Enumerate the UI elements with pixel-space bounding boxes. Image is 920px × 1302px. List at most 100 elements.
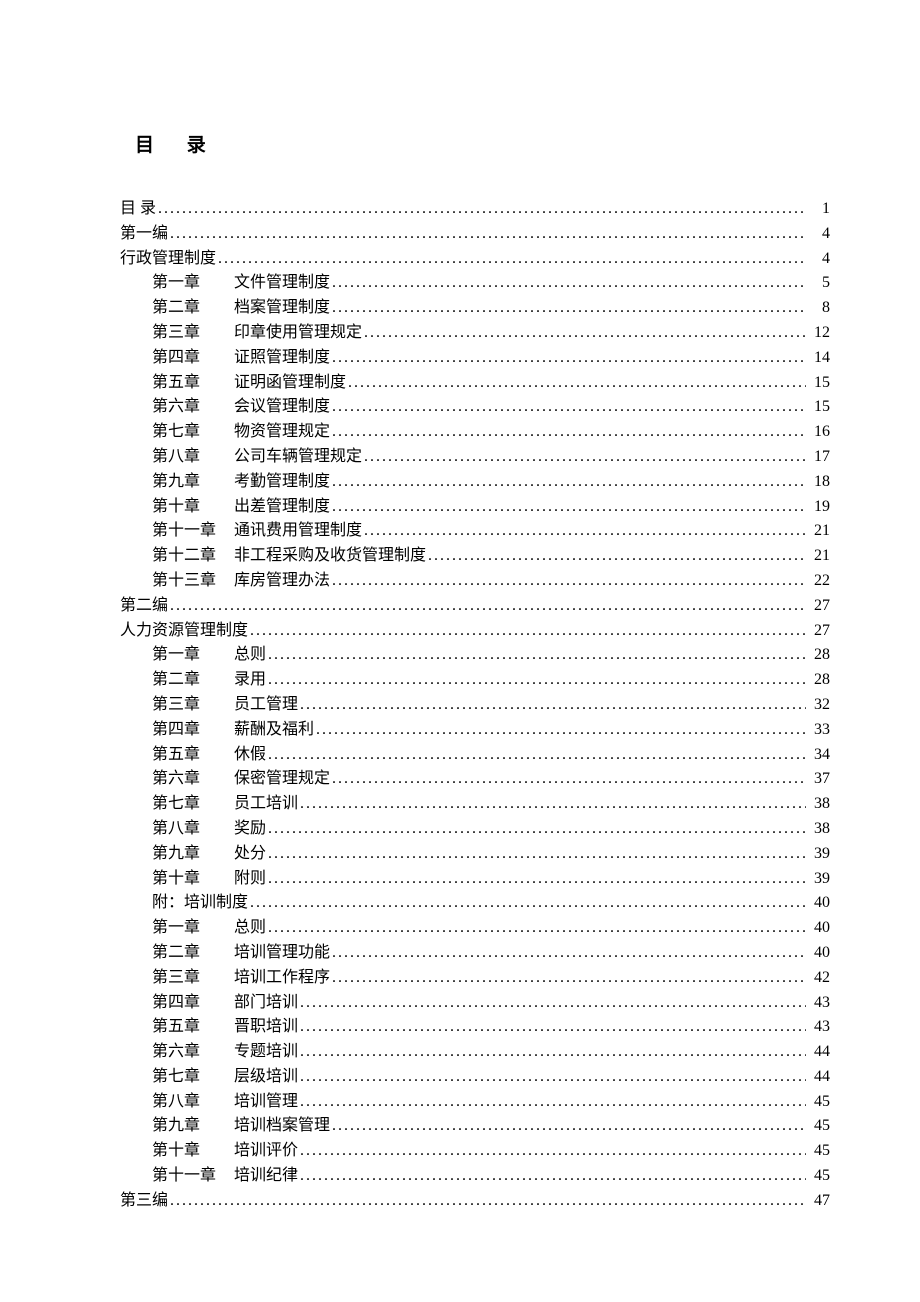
toc-chapter-label: 第八章 — [152, 445, 234, 470]
toc-entry-title: 人力资源管理制度 — [120, 619, 248, 644]
toc-page-number: 17 — [808, 445, 830, 470]
toc-chapter-label: 第二章 — [152, 296, 234, 321]
toc-page-number: 15 — [808, 371, 830, 396]
toc-chapter-label: 第九章 — [152, 842, 234, 867]
toc-chapter-label: 第四章 — [152, 346, 234, 371]
toc-entry-title: 培训管理 — [234, 1090, 298, 1115]
toc-leader-dots — [268, 817, 806, 842]
toc-page-number: 27 — [808, 594, 830, 619]
toc-entry: 第三章培训工作程序 42 — [120, 966, 830, 991]
toc-leader-dots — [364, 519, 806, 544]
toc-leader-dots — [300, 1090, 806, 1115]
toc-page-number: 40 — [808, 916, 830, 941]
toc-page-number: 45 — [808, 1114, 830, 1139]
toc-leader-dots — [300, 1139, 806, 1164]
toc-entry-title: 录用 — [234, 668, 266, 693]
toc-entry-title: 公司车辆管理规定 — [234, 445, 362, 470]
toc-leader-dots — [170, 1189, 806, 1214]
toc-leader-dots — [364, 445, 806, 470]
toc-chapter-label: 第二章 — [152, 941, 234, 966]
toc-chapter-label: 第八章 — [152, 1090, 234, 1115]
toc-chapter-label: 第一章 — [152, 271, 234, 296]
toc-leader-dots — [268, 867, 806, 892]
toc-chapter-label: 第五章 — [152, 743, 234, 768]
toc-entry: 第四章薪酬及福利33 — [120, 718, 830, 743]
toc-entry: 第一章文件管理制度 5 — [120, 271, 830, 296]
toc-entry-title: 证照管理制度 — [234, 346, 330, 371]
toc-entry-title: 休假 — [234, 743, 266, 768]
toc-page-number: 14 — [808, 346, 830, 371]
toc-entry-title: 出差管理制度 — [234, 495, 330, 520]
toc-entry-title: 专题培训 — [234, 1040, 298, 1065]
toc-leader-dots — [428, 544, 806, 569]
toc-leader-dots — [332, 767, 806, 792]
toc-page-number: 19 — [808, 495, 830, 520]
toc-chapter-label: 第三章 — [152, 693, 234, 718]
toc-page-number: 28 — [808, 668, 830, 693]
toc-entry-title: 会议管理制度 — [234, 395, 330, 420]
toc-page-number: 4 — [808, 222, 830, 247]
toc-leader-dots — [300, 991, 806, 1016]
toc-page-number: 8 — [808, 296, 830, 321]
toc-entry: 第九章处分 39 — [120, 842, 830, 867]
toc-page-number: 39 — [808, 867, 830, 892]
toc-entry: 第五章证明函管理制度15 — [120, 371, 830, 396]
toc-chapter-label: 第一章 — [152, 916, 234, 941]
table-of-contents: 目 录1第一编4行政管理制度4第一章文件管理制度5第二章档案管理制度8第三章印章… — [120, 197, 830, 1214]
toc-chapter-label: 第十章 — [152, 495, 234, 520]
toc-page-number: 39 — [808, 842, 830, 867]
toc-entry-title: 文件管理制度 — [234, 271, 330, 296]
toc-entry-title: 培训管理功能 — [234, 941, 330, 966]
toc-entry: 第一编 4 — [120, 222, 830, 247]
toc-entry-title: 第一编 — [120, 222, 168, 247]
toc-entry: 第十三章 库房管理办法22 — [120, 569, 830, 594]
toc-leader-dots — [332, 395, 806, 420]
toc-leader-dots — [268, 743, 806, 768]
toc-entry: 第六章会议管理制度15 — [120, 395, 830, 420]
toc-chapter-label: 第十三章 — [152, 569, 234, 594]
toc-page-number: 42 — [808, 966, 830, 991]
toc-entry: 第一章总则28 — [120, 643, 830, 668]
toc-entry-title: 处分 — [234, 842, 266, 867]
toc-page-number: 45 — [808, 1090, 830, 1115]
toc-leader-dots — [300, 1015, 806, 1040]
toc-entry: 第八章公司车辆管理规定 17 — [120, 445, 830, 470]
toc-page-number: 37 — [808, 767, 830, 792]
toc-entry-title: 附则 — [234, 867, 266, 892]
toc-chapter-label: 第七章 — [152, 1065, 234, 1090]
toc-leader-dots — [364, 321, 806, 346]
toc-chapter-label: 第十章 — [152, 867, 234, 892]
toc-chapter-label: 第九章 — [152, 1114, 234, 1139]
toc-entry-title: 总则 — [234, 916, 266, 941]
toc-leader-dots — [332, 420, 806, 445]
toc-entry: 第三编47 — [120, 1189, 830, 1214]
toc-entry-title: 培训工作程序 — [234, 966, 330, 991]
toc-page-number: 40 — [808, 891, 830, 916]
toc-leader-dots — [268, 842, 806, 867]
toc-entry-title: 第三编 — [120, 1189, 168, 1214]
toc-entry: 第二编27 — [120, 594, 830, 619]
toc-leader-dots — [348, 371, 806, 396]
toc-entry-title: 薪酬及福利 — [234, 718, 314, 743]
toc-chapter-label: 第三章 — [152, 966, 234, 991]
toc-page-number: 38 — [808, 792, 830, 817]
toc-leader-dots — [332, 1114, 806, 1139]
toc-entry: 人力资源管理制度 27 — [120, 619, 830, 644]
toc-entry: 附：培训制度40 — [120, 891, 830, 916]
toc-page-number: 33 — [808, 718, 830, 743]
toc-page-number: 21 — [808, 544, 830, 569]
toc-leader-dots — [300, 792, 806, 817]
toc-entry: 第七章层级培训44 — [120, 1065, 830, 1090]
toc-leader-dots — [250, 619, 806, 644]
toc-leader-dots — [268, 668, 806, 693]
toc-leader-dots — [250, 891, 806, 916]
toc-page-number: 5 — [808, 271, 830, 296]
toc-entry: 第六章专题培训44 — [120, 1040, 830, 1065]
toc-leader-dots — [332, 495, 806, 520]
toc-page-number: 27 — [808, 619, 830, 644]
toc-page-number: 28 — [808, 643, 830, 668]
toc-entry-title: 档案管理制度 — [234, 296, 330, 321]
toc-chapter-label: 第六章 — [152, 767, 234, 792]
toc-leader-dots — [268, 643, 806, 668]
toc-entry: 第二章录用28 — [120, 668, 830, 693]
